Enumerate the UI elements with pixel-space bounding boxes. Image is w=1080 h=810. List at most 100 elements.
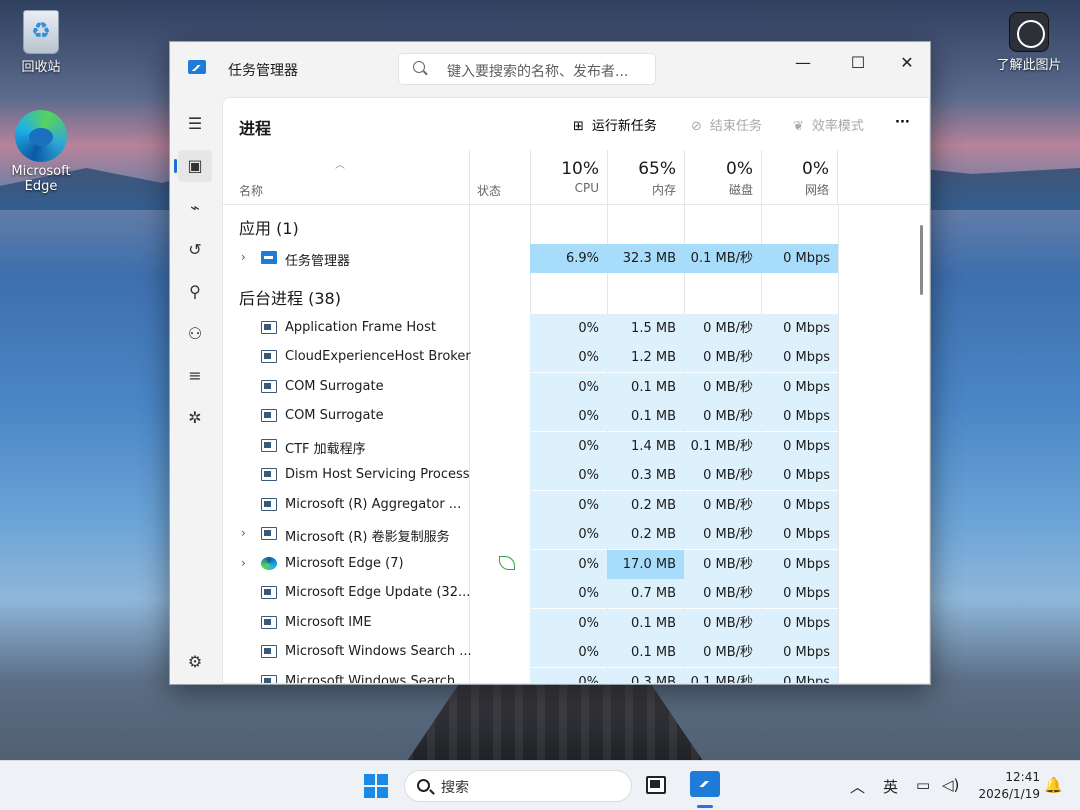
task-manager-taskbar-icon[interactable] — [690, 771, 720, 797]
camera-icon — [1009, 12, 1049, 52]
minimize-button[interactable]: — — [780, 48, 826, 78]
close-button[interactable]: ✕ — [884, 48, 930, 78]
col-disk[interactable]: 0% 磁盘 — [684, 150, 761, 205]
desktop-edge[interactable]: Microsoft Edge — [0, 110, 86, 194]
table-row[interactable]: COM Surrogate 0% 0.1 MB 0 MB/秒 0 Mbps — [223, 373, 929, 402]
table-row[interactable]: COM Surrogate 0% 0.1 MB 0 MB/秒 0 Mbps — [223, 402, 929, 431]
processes-panel: 进程 ⊞ 运行新任务 ⊘ 结束任务 ❦ 效率模式 ··· ︿ 名称 状态 10% CP… — [222, 97, 930, 684]
expand-chevron-icon[interactable]: › — [241, 526, 246, 540]
app-history-nav-icon[interactable]: ↺ — [178, 234, 212, 266]
desktop-spotlight[interactable]: 了解此图片 — [984, 12, 1074, 73]
table-row[interactable]: Microsoft Edge Update (32... 0% 0.7 MB 0… — [223, 579, 929, 608]
settings-gear-icon[interactable]: ⚙ — [178, 646, 212, 678]
end-task-button[interactable]: ⊘ 结束任务 — [691, 115, 762, 134]
memory-cell: 1.4 MB — [607, 432, 684, 461]
table-row[interactable]: CloudExperienceHost Broker 0% 1.2 MB 0 M… — [223, 343, 929, 372]
network-icon[interactable]: ▭ — [916, 776, 930, 794]
performance-nav-icon[interactable]: ⌁ — [178, 192, 212, 224]
cpu-cell: 0% — [530, 668, 607, 683]
search-placeholder: 键入要搜索的名称、发布者... — [447, 64, 629, 80]
edge-label-line1: Microsoft — [11, 164, 71, 179]
vertical-scrollbar[interactable] — [920, 225, 923, 295]
network-cell: 0 Mbps — [761, 668, 838, 683]
details-nav-icon[interactable]: ≡ — [178, 360, 212, 392]
table-row[interactable]: Microsoft Windows Search ... 0% 0.1 MB 0… — [223, 638, 929, 667]
col-memory[interactable]: 65% 内存 — [607, 150, 684, 205]
sort-caret-icon[interactable]: ︿ — [335, 156, 345, 171]
taskbar: 搜索 ︿ 英 ▭ ◁) 12:41 2026/1/19 🔔 — [0, 760, 1080, 810]
table-row[interactable]: › 任务管理器 6.9% 32.3 MB 0.1 MB/秒 0 Mbps — [223, 244, 929, 273]
cpu-cell: 0% — [530, 461, 607, 490]
process-list: 应用 (1) › 任务管理器 6.9% 32.3 MB 0.1 MB/秒 0 M… — [223, 205, 929, 683]
maximize-button[interactable]: ☐ — [835, 48, 881, 78]
task-view-icon[interactable] — [646, 776, 666, 794]
expand-chevron-icon[interactable]: › — [241, 556, 246, 570]
ime-indicator[interactable]: 英 — [883, 776, 898, 797]
task-manager-icon — [188, 60, 206, 74]
users-nav-icon[interactable]: ⚇ — [178, 318, 212, 350]
processes-nav-icon[interactable]: ▣ — [174, 150, 212, 182]
table-row[interactable]: Microsoft IME 0% 0.1 MB 0 MB/秒 0 Mbps — [223, 609, 929, 638]
memory-cell: 17.0 MB — [607, 550, 684, 579]
col-name[interactable]: 名称 — [239, 182, 263, 199]
search-input[interactable]: 键入要搜索的名称、发布者... — [398, 53, 656, 85]
process-name: CloudExperienceHost Broker — [285, 349, 471, 364]
edge-icon — [15, 110, 67, 162]
disk-cell: 0 MB/秒 — [684, 343, 761, 372]
more-options-button[interactable]: ··· — [895, 115, 910, 130]
window-app-icon — [261, 409, 277, 422]
table-row[interactable]: Microsoft (R) Aggregator ... 0% 0.2 MB 0… — [223, 491, 929, 520]
table-row[interactable]: Dism Host Servicing Process 0% 0.3 MB 0 … — [223, 461, 929, 490]
window-title: 任务管理器 — [228, 63, 298, 79]
cpu-total: 10% — [561, 159, 599, 179]
run-new-task-button[interactable]: ⊞ 运行新任务 — [573, 115, 657, 134]
network-cell: 0 Mbps — [761, 520, 838, 549]
window-app-icon — [261, 380, 277, 393]
clock[interactable]: 12:41 2026/1/19 — [970, 769, 1040, 803]
volume-icon[interactable]: ◁) — [942, 776, 959, 794]
desktop-recycle-bin[interactable]: 回收站 — [0, 10, 86, 75]
table-row[interactable]: › Microsoft Edge (7) 0% 17.0 MB 0 MB/秒 0… — [223, 550, 929, 579]
disk-cell: 0.1 MB/秒 — [684, 244, 761, 273]
recycle-bin-icon — [23, 10, 59, 54]
cpu-cell: 0% — [530, 609, 607, 638]
title-bar[interactable]: 任务管理器 键入要搜索的名称、发布者... — ☐ ✕ — [170, 42, 930, 94]
efficiency-mode-label: 效率模式 — [811, 119, 864, 134]
memory-cell: 0.7 MB — [607, 579, 684, 608]
col-cpu[interactable]: 10% CPU — [530, 150, 607, 205]
hamburger-menu-icon[interactable]: ☰ — [178, 108, 212, 140]
cpu-cell: 0% — [530, 520, 607, 549]
edge-icon — [261, 557, 277, 570]
clock-time: 12:41 — [1005, 770, 1040, 784]
start-windows-icon[interactable] — [364, 774, 388, 798]
leaf-icon: ❦ — [793, 119, 804, 134]
table-row[interactable]: Microsoft Windows Search ... 0% 0.3 MB 0… — [223, 668, 929, 683]
col-network[interactable]: 0% 网络 — [761, 150, 838, 205]
network-total: 0% — [802, 159, 829, 179]
task-manager-icon — [261, 251, 277, 264]
table-row[interactable]: › Microsoft (R) 卷影复制服务 0% 0.2 MB 0 MB/秒 … — [223, 520, 929, 549]
show-hidden-icons-chevron-icon[interactable]: ︿ — [850, 776, 865, 797]
memory-cell: 0.1 MB — [607, 638, 684, 667]
notification-bell-icon[interactable]: 🔔 — [1044, 776, 1063, 794]
expand-chevron-icon[interactable]: › — [241, 250, 246, 264]
network-cell: 0 Mbps — [761, 314, 838, 343]
startup-apps-nav-icon[interactable]: ⚲ — [178, 276, 212, 308]
window-app-icon — [261, 527, 277, 540]
memory-cell: 1.2 MB — [607, 343, 684, 372]
table-row[interactable]: CTF 加载程序 0% 1.4 MB 0.1 MB/秒 0 Mbps — [223, 432, 929, 461]
table-row[interactable]: Application Frame Host 0% 1.5 MB 0 MB/秒 … — [223, 314, 929, 343]
cpu-cell: 0% — [530, 491, 607, 520]
process-name: Microsoft Edge (7) — [285, 556, 404, 571]
taskbar-search[interactable]: 搜索 — [404, 770, 632, 802]
cpu-cell: 0% — [530, 373, 607, 402]
efficiency-mode-button[interactable]: ❦ 效率模式 — [793, 115, 864, 134]
group-background: 后台进程 (38) — [239, 289, 341, 308]
col-status-label: 状态 — [477, 184, 502, 198]
cpu-cell: 0% — [530, 550, 607, 579]
window-app-icon — [261, 498, 277, 511]
taskbar-search-label: 搜索 — [441, 780, 469, 796]
services-nav-icon[interactable]: ✲ — [178, 402, 212, 434]
running-indicator — [697, 805, 713, 808]
search-user-icon — [261, 645, 277, 658]
